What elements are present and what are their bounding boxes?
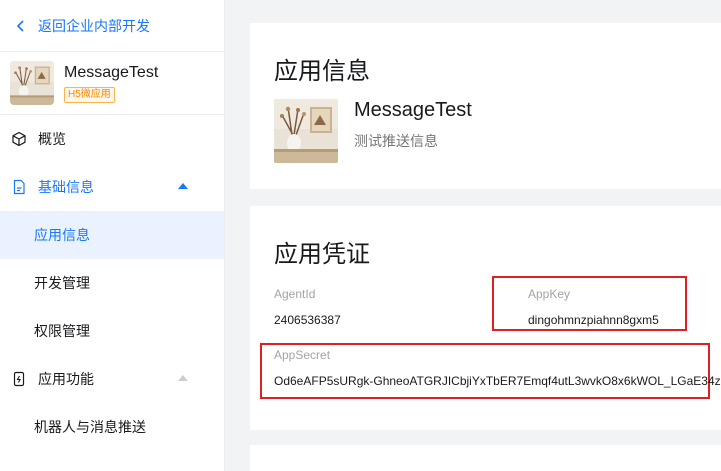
app-type-badge: H5微应用 <box>64 87 115 103</box>
app-name: MessageTest <box>354 99 472 121</box>
cube-icon <box>10 130 28 148</box>
app-info-title: 应用信息 <box>274 58 370 85</box>
app-thumbnail <box>10 61 54 105</box>
credentials-title: 应用凭证 <box>274 241 370 268</box>
agent-id-value[interactable]: 2406536387 <box>274 313 341 327</box>
sidebar-item-label: 基础信息 <box>38 179 94 195</box>
app-info-card: 应用信息 MessageTest 测试推送信息 <box>250 23 721 189</box>
sidebar-item-overview[interactable]: 概览 <box>0 115 224 163</box>
sidebar-app-header: MessageTest H5微应用 <box>0 52 224 115</box>
sidebar-item-label: 概览 <box>38 131 66 147</box>
next-card <box>250 445 721 471</box>
chevron-left-icon <box>14 19 28 33</box>
sidebar-item-label: 开发管理 <box>34 275 90 291</box>
back-link-label: 返回企业内部开发 <box>38 17 150 34</box>
sidebar-menu: 概览 基础信息 应用信息 开发管理 权限管理 应用功能 机器人与消息推送 <box>0 115 224 451</box>
app-description: 测试推送信息 <box>354 133 438 149</box>
sidebar-item-perm-manage[interactable]: 权限管理 <box>0 307 224 355</box>
caret-up-icon[interactable] <box>178 183 188 189</box>
app-key-value[interactable]: dingohmnzpiahnn8gxm5 <box>528 313 659 327</box>
document-icon <box>10 178 28 196</box>
sidebar-item-dev-manage[interactable]: 开发管理 <box>0 259 224 307</box>
app-secret-value[interactable]: Od6eAFP5sURgk-GhneoATGRJICbjiYxTbER7Emqf… <box>274 374 721 388</box>
sidebar-item-label: 应用功能 <box>38 371 94 387</box>
phone-function-icon <box>10 370 28 388</box>
sidebar-item-label: 权限管理 <box>34 323 90 339</box>
app-secret-label: AppSecret <box>274 348 331 362</box>
agent-id-label: AgentId <box>274 287 316 301</box>
credentials-card: 应用凭证 AgentId 2406536387 AppKey dingohmnz… <box>250 206 721 430</box>
sidebar-item-robot-push[interactable]: 机器人与消息推送 <box>0 403 224 451</box>
sidebar-item-label: 机器人与消息推送 <box>34 419 146 435</box>
back-to-internal-dev-link[interactable]: 返回企业内部开发 <box>0 0 224 52</box>
app-key-label: AppKey <box>528 287 571 301</box>
sidebar-item-app-features[interactable]: 应用功能 <box>0 355 224 403</box>
sidebar: 返回企业内部开发 MessageTest H5微应用 概览 基础信息 应用信息 … <box>0 0 225 471</box>
sidebar-app-name: MessageTest <box>64 64 159 81</box>
caret-up-icon[interactable] <box>178 375 188 381</box>
app-logo <box>274 99 338 163</box>
sidebar-item-label: 应用信息 <box>34 227 90 243</box>
sidebar-item-basic-info[interactable]: 基础信息 <box>0 163 224 211</box>
sidebar-item-app-info[interactable]: 应用信息 <box>0 211 224 259</box>
